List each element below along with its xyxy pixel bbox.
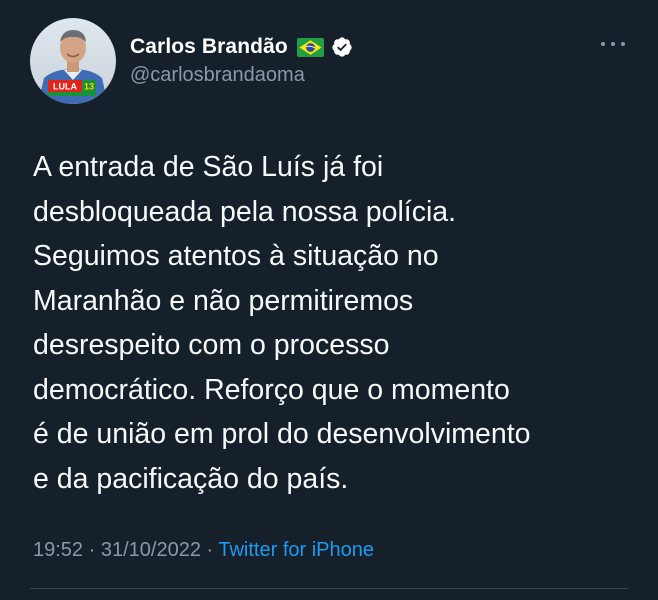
more-options-icon[interactable] [598, 36, 628, 52]
tweet-date[interactable]: 31/10/2022 [101, 539, 201, 561]
tweet-card: LULA 13 Carlos Brandão @carlosbrandaoma [0, 0, 658, 600]
avatar-badge-number: 13 [84, 82, 94, 92]
avatar[interactable]: LULA 13 [30, 18, 116, 104]
tweet-time[interactable]: 19:52 [33, 539, 83, 561]
author-name-row: Carlos Brandão [130, 33, 353, 61]
meta-separator: · [200, 539, 219, 561]
display-name[interactable]: Carlos Brandão [130, 35, 288, 59]
avatar-badge-text: LULA [53, 82, 77, 92]
tweet-source-link[interactable]: Twitter for iPhone [218, 539, 374, 561]
divider [30, 588, 628, 589]
verified-badge-icon [331, 36, 353, 58]
tweet-text: A entrada de São Luís já foi desbloquead… [33, 151, 531, 495]
meta-separator: · [83, 539, 101, 561]
tweet-meta: 19:52 · 31/10/2022 · Twitter for iPhone [33, 539, 374, 562]
author-handle[interactable]: @carlosbrandaoma [130, 64, 305, 87]
brazil-flag-icon [296, 37, 324, 57]
